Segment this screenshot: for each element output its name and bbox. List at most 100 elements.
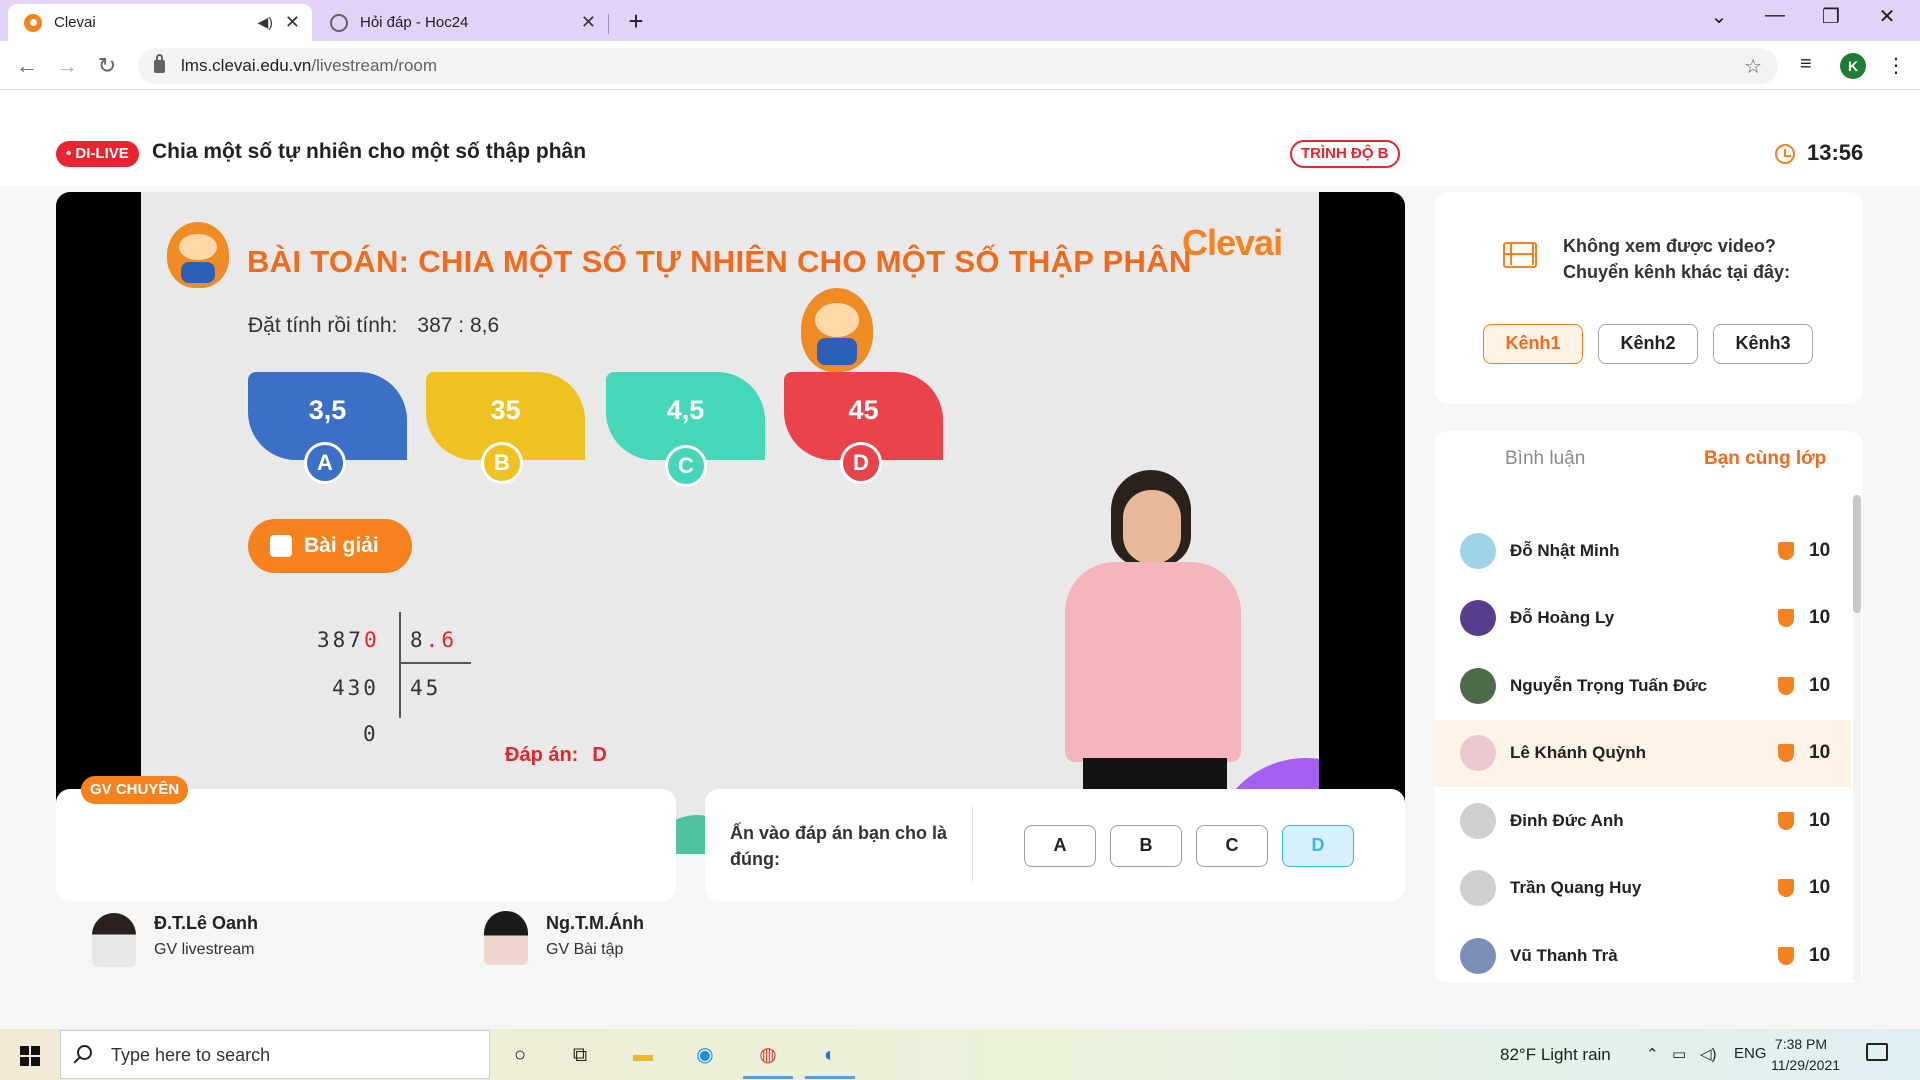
windows-start-icon[interactable] [20,1046,40,1066]
puzzle-icon [270,535,292,557]
problem-statement: Đặt tính rồi tính: 387 : 8,6 [248,314,499,338]
scrollbar-thumb[interactable] [1853,495,1861,613]
teacher-role: GV livestream [154,941,255,958]
close-tab-icon[interactable]: ✕ [285,12,300,33]
profile-avatar[interactable]: K [1840,53,1866,79]
calc-remainder-2: 0 [363,722,379,746]
channel-card [1434,192,1863,404]
active-app-indicator [743,1076,793,1079]
teachers-card [56,789,676,901]
close-window-icon[interactable]: ✕ [1864,4,1910,29]
answer-button-b[interactable]: B [1110,825,1182,867]
list-item: Đỗ Hoàng Ly 10 [1434,585,1851,653]
avatar [1460,735,1496,772]
student-name: Nguyễn Trọng Tuấn Đức [1510,675,1708,695]
answer-value: D [592,744,607,766]
cortana-icon[interactable]: ○ [505,1040,535,1070]
film-icon [1503,242,1537,268]
system-clock[interactable]: 7:38 PM 11/29/2021 [1771,1034,1841,1076]
trophy-icon [1778,946,1794,965]
language-indicator[interactable]: ENG [1734,1045,1767,1062]
back-icon[interactable]: ← [12,51,42,81]
url-path: /livestream/room [311,56,438,75]
forward-icon[interactable]: → [52,51,82,81]
system-time: 7:38 PM [1774,1036,1828,1052]
option-d-letter: D [840,442,882,484]
tray-chevron-icon[interactable]: ⌃ [1646,1045,1659,1063]
list-item: Lê Khánh Quỳnh 10 [1434,719,1851,787]
weather-widget[interactable]: 82°F Light rain [1500,1045,1611,1065]
answer-prompt: Ấn vào đáp án bạn cho là đúng: [730,823,948,869]
avatar [1460,870,1496,907]
taskbar-search-input[interactable]: Type here to search [60,1030,490,1079]
channel-button-1[interactable]: Kênh1 [1483,324,1583,364]
address-bar-row: ← → ↻ lms.clevai.edu.vn/livestream/room … [0,41,1920,90]
solution-label: Bài giải [304,534,379,557]
slide-title: BÀI TOÁN: CHIA MỘT SỐ TỰ NHIÊN CHO MỘT S… [247,244,1192,279]
trophy-icon [1778,541,1794,560]
search-icon [77,1045,92,1060]
calc-dividend-main: 387 [317,628,364,652]
list-item: Đỗ Nhật Minh 10 [1434,517,1851,585]
division-vertical-line [399,612,401,718]
tab-clevai[interactable]: Clevai ◀) ✕ [8,4,312,41]
active-app-indicator [805,1076,855,1079]
option-a-letter: A [304,442,346,484]
clevai-logo: Clevai [1182,222,1283,263]
answer-button-a[interactable]: A [1024,825,1096,867]
channel-button-3[interactable]: Kênh3 [1713,324,1813,364]
bookmark-star-icon[interactable]: ☆ [1744,54,1762,79]
task-view-icon[interactable]: ⧉ [565,1040,595,1070]
zalo-icon[interactable]: ◐ [815,1040,845,1070]
lesson-slide: BÀI TOÁN: CHIA MỘT SỐ TỰ NHIÊN CHO MỘT S… [141,192,1319,854]
volume-icon[interactable]: ◁) [1700,1045,1717,1063]
list-item: Nguyễn Trọng Tuấn Đức 10 [1434,652,1851,720]
student-name: Lê Khánh Quỳnh [1510,743,1646,763]
tab-hoc24[interactable]: Hỏi đáp - Hoc24 ✕ [316,4,608,41]
teacher-name: Ng.T.M.Ánh [546,913,644,933]
edge-icon[interactable]: ◉ [690,1040,720,1070]
lock-icon[interactable] [154,53,165,73]
squirrel-mascot-icon [167,222,229,288]
answer-button-c[interactable]: C [1196,825,1268,867]
student-name: Trần Quang Huy [1510,878,1642,898]
battery-icon[interactable]: ▭ [1672,1045,1686,1063]
speaker-icon[interactable]: ◀) [257,14,272,31]
globe-favicon-icon [330,13,348,32]
system-date: 11/29/2021 [1771,1057,1841,1073]
student-points: 10 [1809,742,1831,764]
student-name: Đỗ Nhật Minh [1510,540,1620,560]
channel-hint-line2: Chuyển kênh khác tại đây: [1563,262,1791,282]
classmates-list: Đỗ Nhật Minh 10 Đỗ Hoàng Ly 10 Nguyễn Tr… [1434,517,1851,990]
level-badge: TRÌNH ĐỘ B [1290,140,1400,168]
close-tab-icon[interactable]: ✕ [581,12,596,33]
new-tab-button[interactable]: + [620,6,652,37]
channel-button-2[interactable]: Kênh2 [1598,324,1698,364]
divider [972,806,973,882]
chrome-icon[interactable]: ◍ [753,1040,783,1070]
calc-divisor-dec: 6 [441,628,457,652]
option-c-letter: C [665,445,707,487]
trophy-icon [1778,676,1794,695]
squirrel-mascot-icon [801,288,873,372]
minimize-icon[interactable]: — [1752,4,1798,27]
answer-button-d[interactable]: D [1282,825,1354,867]
student-points: 10 [1809,539,1831,561]
browser-menu-icon[interactable]: ⋮ [1886,53,1906,78]
trophy-icon [1778,744,1794,763]
teacher-name: Đ.T.Lê Oanh [154,913,259,933]
lesson-header: • DI-LIVE Chia một số tự nhiên cho một s… [0,91,1920,186]
tab-separator [608,14,609,34]
file-explorer-icon[interactable]: ▬ [628,1040,658,1070]
notification-icon[interactable] [1866,1043,1888,1061]
reload-icon[interactable]: ↻ [92,51,122,81]
livestream-video[interactable]: BÀI TOÁN: CHIA MỘT SỐ TỰ NHIÊN CHO MỘT S… [56,192,1405,854]
calc-remainder-1: 430 [332,676,379,700]
avatar [1460,937,1496,974]
tab-classmates[interactable]: Bạn cùng lớp [1704,448,1826,470]
media-control-icon[interactable]: ≡ [1800,53,1812,76]
tab-search-icon[interactable]: ⌄ [1696,4,1742,29]
omnibox[interactable]: lms.clevai.edu.vn/livestream/room ☆ [138,48,1778,84]
restore-icon[interactable]: ❐ [1808,4,1854,29]
tab-comments[interactable]: Bình luận [1505,448,1585,470]
